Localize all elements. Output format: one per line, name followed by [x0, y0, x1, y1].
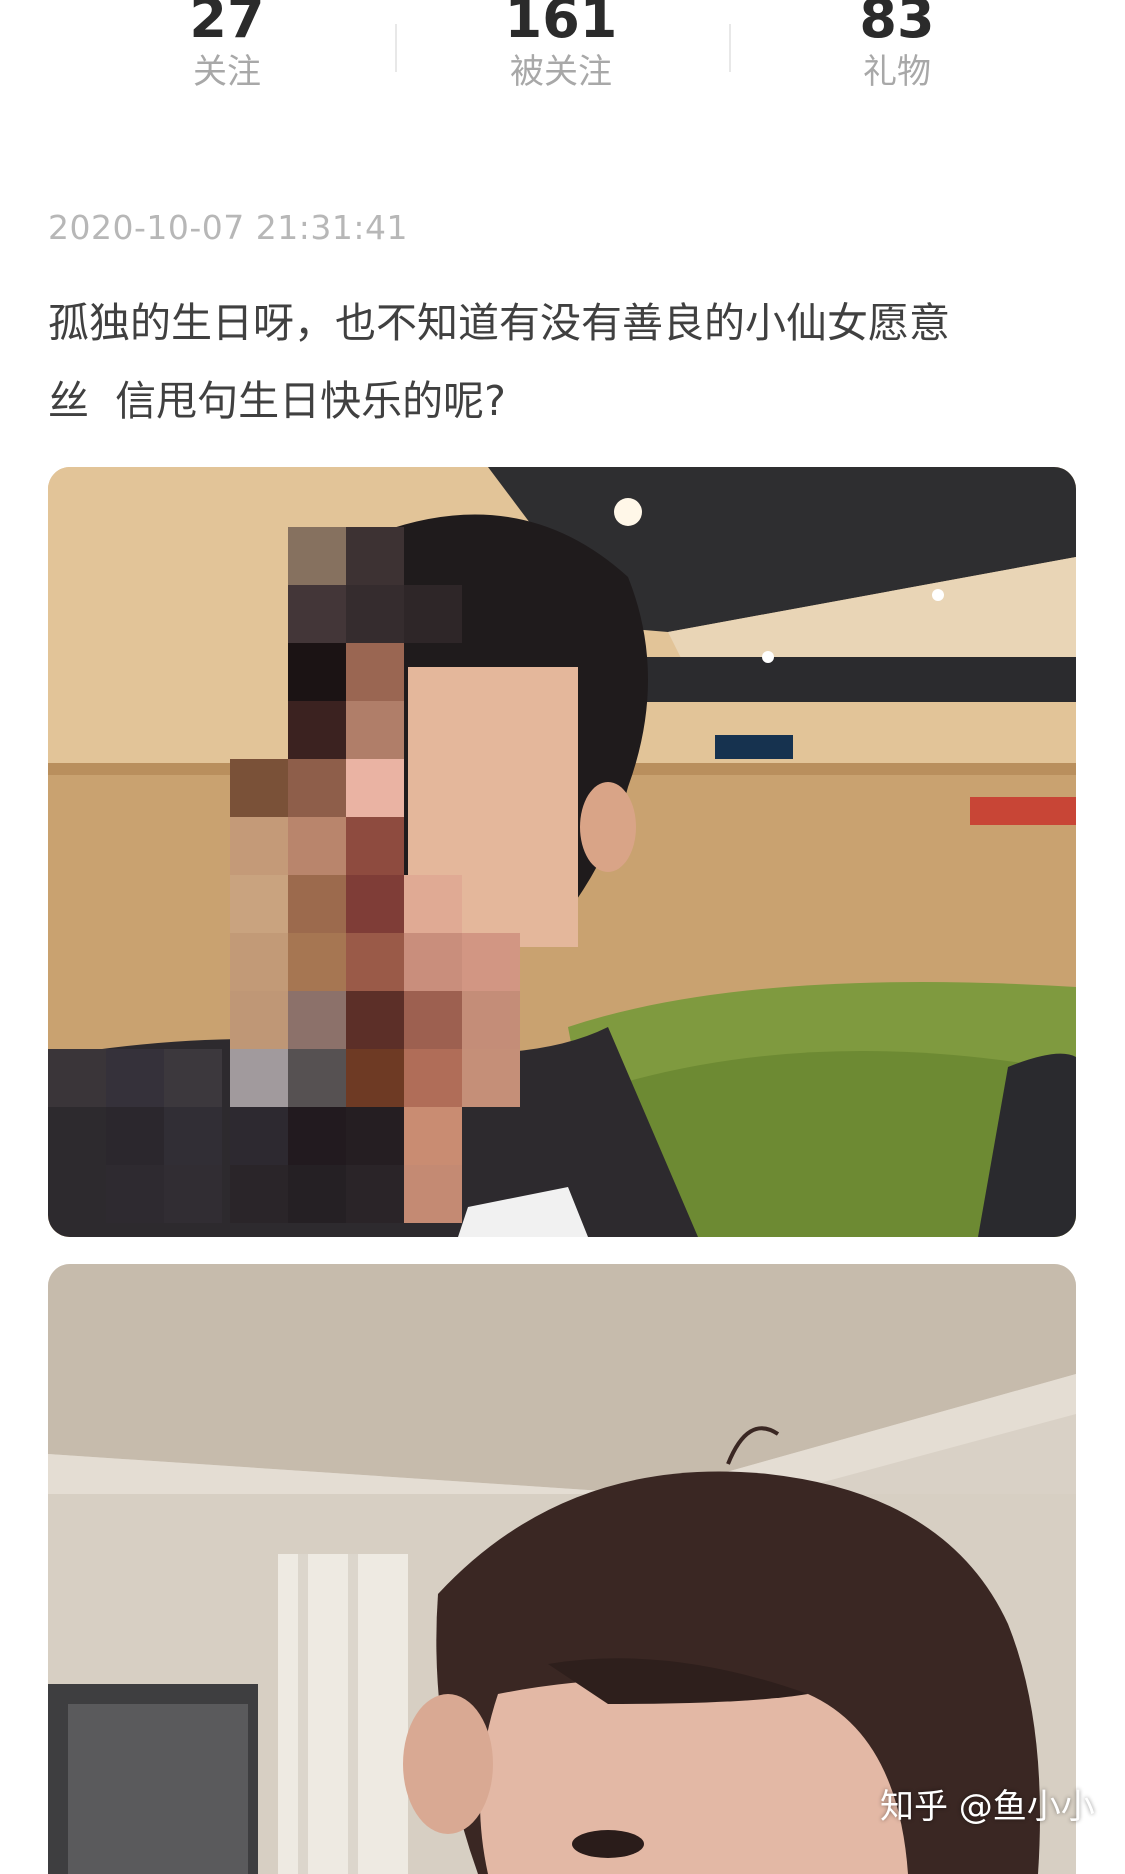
photo-image [48, 467, 1076, 1237]
gifts-label: 礼物 [863, 52, 931, 92]
following-stat[interactable]: 27 关注 [117, 0, 337, 94]
selfie-photo-hotel-room[interactable] [48, 1264, 1076, 1874]
followers-stat[interactable]: 161 被关注 [451, 0, 671, 94]
zhihu-watermark: 知乎 @鱼小小 [880, 1787, 1095, 1827]
followers-label: 被关注 [510, 52, 612, 92]
stat-divider [729, 24, 731, 72]
gifts-stat[interactable]: 83 礼物 [787, 0, 1007, 94]
selfie-photo-restaurant[interactable] [48, 467, 1076, 1237]
photo-image [48, 1264, 1076, 1874]
followers-count: 161 [504, 0, 618, 50]
profile-stats: 27 关注 161 被关注 83 礼物 [0, 0, 1125, 110]
gifts-count: 83 [859, 0, 935, 50]
post-text: 孤独的生日呀，也不知道有没有善良的小仙女愿意 丝 信甩句生日快乐的呢? [48, 299, 950, 425]
stat-divider [395, 24, 397, 72]
post-timestamp: 2020-10-07 21:31:41 [48, 208, 408, 247]
following-count: 27 [189, 0, 265, 50]
following-label: 关注 [193, 52, 261, 92]
